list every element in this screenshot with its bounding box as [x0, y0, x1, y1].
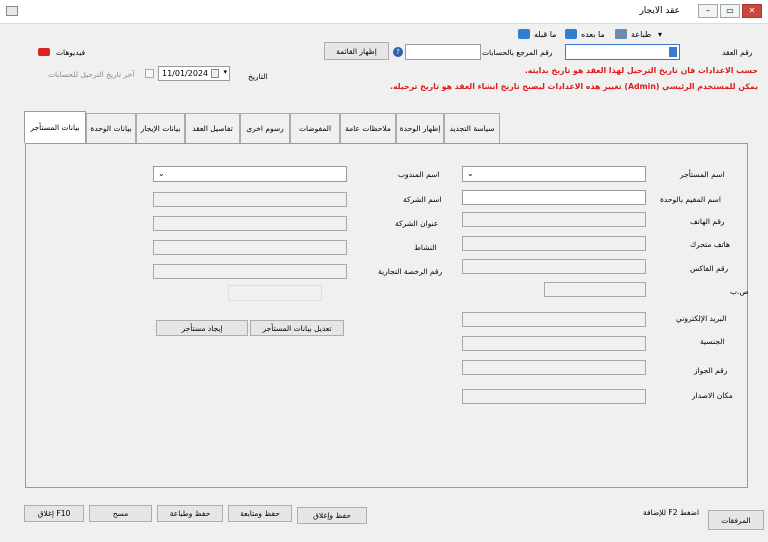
toolbar-dropdown[interactable]: ▾ — [658, 27, 662, 41]
prev-label: ما قبله — [534, 29, 557, 39]
agent-name-label: اسم المندوب — [398, 170, 440, 179]
date-label: التاريخ — [248, 72, 268, 81]
attachments-button[interactable]: المرفقات — [708, 510, 764, 530]
tab-contract-details[interactable]: تفاصيل العقد — [185, 113, 240, 143]
videos-label[interactable]: فيديوهات — [56, 48, 85, 57]
issue-place-label: مكان الاصدار — [692, 391, 733, 400]
tab-general-notes[interactable]: ملاحظات عامة — [340, 113, 396, 143]
resident-name-input[interactable] — [462, 190, 646, 205]
phone-label: رقم الهاتف — [690, 217, 725, 226]
email-input[interactable] — [462, 312, 646, 327]
find-tenant-button[interactable]: إيجاد مستأجر — [156, 320, 248, 336]
resident-name-label: اسم المقيم بالوحدة — [660, 195, 721, 204]
tab-other-fees[interactable]: رسوم اخرى — [240, 113, 290, 143]
contract-no-label: رقم العقد — [722, 48, 753, 57]
trade-license-label: رقم الرخصة التجارية — [378, 267, 443, 276]
last-posting-label: آخر تاريخ الترحيل للحسابات — [48, 70, 135, 79]
tenant-name-select[interactable]: ⌄ — [462, 166, 646, 182]
last-posting-checkbox[interactable] — [145, 69, 154, 78]
tab-strip: بيانات المستأجر بيانات الوحدة بيانات الإ… — [24, 111, 500, 143]
mobile-input[interactable] — [462, 236, 646, 251]
window-title: عقد الايجار — [639, 6, 680, 16]
ref-no-label: رقم المرجع بالحسابات — [482, 48, 553, 57]
ref-no-input[interactable] — [405, 44, 481, 60]
agent-name-select[interactable]: ⌄ — [153, 166, 347, 182]
fax-label: رقم الفاكس — [690, 264, 729, 273]
notice-line-1: حسب الاعدادات فان تاريخ الترحيل لهذا الع… — [524, 66, 758, 75]
close-window-button[interactable]: ✕ — [742, 4, 762, 18]
maximize-button[interactable]: ▭ — [720, 4, 740, 18]
show-list-button[interactable]: إظهار القائمة — [324, 42, 389, 60]
contract-no-input[interactable] — [565, 44, 680, 60]
nationality-input[interactable] — [462, 336, 646, 351]
tab-renewal-policy[interactable]: سياسة التجديد — [444, 113, 500, 143]
tab-rent-data[interactable]: بيانات الإيجار — [136, 113, 185, 143]
youtube-icon[interactable] — [38, 48, 50, 56]
date-picker[interactable]: 11/01/2024 ▾ — [158, 66, 230, 81]
blank-box — [228, 285, 322, 301]
tab-unit-data[interactable]: بيانات الوحدة — [86, 113, 136, 143]
tab-tenant-data[interactable]: بيانات المستأجر — [24, 111, 86, 143]
passport-label: رقم الجواز — [694, 366, 728, 375]
company-address-input[interactable] — [153, 216, 347, 231]
app-icon — [6, 6, 18, 16]
company-name-label: اسم الشركة — [403, 195, 442, 204]
nationality-label: الجنسية — [700, 337, 725, 346]
email-label: البريد الإلكتروني — [676, 314, 727, 323]
mobile-label: هاتف متحرك — [690, 240, 730, 249]
tenant-name-label: اسم المستأجر — [680, 170, 725, 179]
issue-place-input[interactable] — [462, 389, 646, 404]
tab-show-unit[interactable]: إظهار الوحدة — [396, 113, 444, 143]
notice-line-2: يمكن للمستخدم الرئيسي (Admin) تغيير هذه … — [389, 82, 758, 91]
next-button[interactable]: ما بعده — [565, 27, 605, 41]
trade-license-input[interactable] — [153, 264, 347, 279]
close-f10-button[interactable]: إغلاق F10 — [24, 505, 84, 522]
prev-button[interactable]: ما قبله — [518, 27, 556, 41]
help-icon[interactable]: ? — [393, 47, 403, 57]
activity-input[interactable] — [153, 240, 347, 255]
print-label: طباعة — [631, 29, 652, 39]
phone-input[interactable] — [462, 212, 646, 227]
arrow-left-icon — [518, 29, 530, 39]
po-box-label: ص.ب — [730, 287, 749, 296]
minimize-button[interactable]: – — [698, 4, 718, 18]
save-continue-button[interactable]: حفظ ومتابعة — [228, 505, 292, 522]
f2-hint: اضغط F2 للإضافة — [643, 508, 700, 517]
chevron-down-icon: ⌄ — [158, 169, 165, 178]
date-value: 11/01/2024 — [162, 69, 209, 78]
company-address-label: عنوان الشركة — [395, 219, 439, 228]
chevron-down-icon[interactable]: ▾ — [223, 68, 227, 76]
passport-input[interactable] — [462, 360, 646, 375]
title-bar: عقد الايجار – ▭ ✕ — [0, 0, 768, 24]
next-label: ما بعده — [581, 29, 605, 39]
save-close-button[interactable]: حفظ وإغلاق — [297, 507, 367, 524]
edit-tenant-button[interactable]: تعديل بيانات المستأجر — [250, 320, 344, 336]
po-box-input[interactable] — [544, 282, 646, 297]
clear-button[interactable]: مسح — [89, 505, 152, 522]
company-name-input[interactable] — [153, 192, 347, 207]
activity-label: النشاط — [414, 243, 437, 252]
chevron-down-icon: ⌄ — [467, 169, 474, 178]
chevron-down-icon: ▾ — [658, 29, 663, 39]
printer-icon — [615, 29, 627, 39]
arrow-right-icon — [565, 29, 577, 39]
calendar-icon[interactable] — [211, 69, 219, 78]
fax-input[interactable] — [462, 259, 646, 274]
print-button[interactable]: طباعة — [615, 27, 651, 41]
tab-delegates[interactable]: المفوضات — [290, 113, 340, 143]
save-print-button[interactable]: حفظ وطباعة — [157, 505, 223, 522]
spin-icon[interactable] — [669, 47, 677, 57]
